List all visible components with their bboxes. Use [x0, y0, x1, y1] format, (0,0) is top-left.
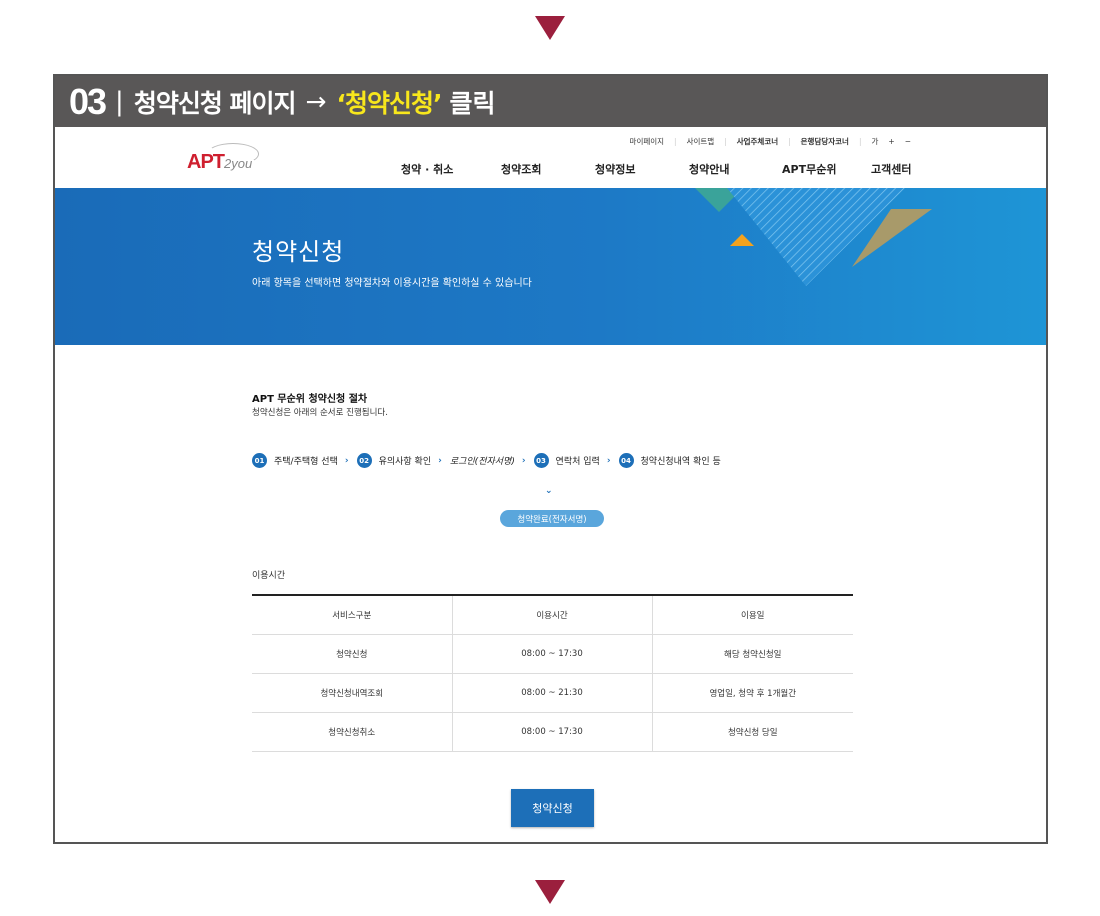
page-banner: 청약신청 아래 항목을 선택하면 청약절차와 이용시간을 확인하실 수 있습니다	[55, 188, 1046, 345]
down-arrow-icon	[535, 16, 565, 40]
step-label: 청약신청내역 확인 등	[640, 457, 721, 467]
table-cell: 청약신청취소	[252, 712, 452, 752]
step-action: 클릭	[449, 88, 496, 118]
util-divider: |	[724, 137, 727, 146]
font-increase-button[interactable]: +	[888, 137, 894, 146]
step-badge: 03	[533, 453, 549, 468]
font-size-label: 가	[871, 137, 879, 146]
nav-guide[interactable]: 청약안내	[689, 161, 782, 177]
banner-decoration	[695, 188, 932, 286]
step-label: 로그인(전자서명)	[449, 457, 515, 467]
util-divider: |	[674, 137, 677, 146]
step-text: 청약신청 페이지	[133, 88, 297, 118]
step-badge: 02	[356, 453, 372, 468]
table-cell: 08:00 ~ 21:30	[451, 673, 652, 713]
screenshot-frame: 03 | 청약신청 페이지 → ‘청약신청’ 클릭 APT2you 마이페이지 …	[53, 74, 1048, 844]
util-link-business[interactable]: 사업주체코너	[737, 136, 778, 147]
down-arrow-icon	[535, 880, 565, 904]
table-cell: 해당 청약신청일	[651, 634, 853, 674]
table-cell: 청약신청 당일	[651, 712, 853, 752]
step-highlight: ‘청약신청’	[336, 88, 442, 118]
step-label: 유의사항 확인	[378, 457, 432, 467]
banner-subtitle: 아래 항목을 선택하면 청약절차와 이용시간을 확인하실 수 있습니다	[252, 278, 532, 289]
step-number: 03	[69, 80, 107, 122]
procedure-title: APT 무순위 청약신청 절차	[252, 394, 368, 405]
step-header: 03 | 청약신청 페이지 → ‘청약신청’ 클릭	[55, 76, 1046, 127]
procedure-description: 청약신청은 아래의 순서로 진행됩니다.	[252, 408, 388, 418]
column-header: 이용시간	[451, 595, 652, 635]
column-header: 서비스구분	[252, 595, 452, 635]
table-cell: 영업일, 청약 후 1개월간	[651, 673, 853, 713]
util-divider: |	[858, 137, 862, 146]
step-badge: 01	[252, 453, 267, 468]
util-link-bank[interactable]: 은행담당자코너	[801, 136, 849, 147]
complete-badge: 청약완료(전자서명)	[500, 510, 604, 527]
utility-nav: 마이페이지 | 사이트맵 | 사업주체코너 | 은행담당자코너 | 가 + −	[630, 136, 911, 147]
table-cell: 08:00 ~ 17:30	[451, 712, 652, 752]
nav-info[interactable]: 청약정보	[595, 161, 689, 177]
nav-inquiry[interactable]: 청약조회	[501, 161, 595, 177]
column-header: 이용일	[651, 595, 853, 635]
usage-table: 서비스구분 이용시간 이용일 청약신청 08:00 ~ 17:30 해당 청약신…	[252, 594, 853, 752]
util-link-sitemap[interactable]: 사이트맵	[687, 136, 715, 147]
banner-title: 청약신청	[252, 238, 345, 266]
right-arrow-icon: →	[305, 87, 327, 116]
table-cell: 청약신청내역조회	[252, 673, 452, 713]
table-row: 청약신청취소 08:00 ~ 17:30 청약신청 당일	[252, 712, 853, 752]
table-row: 청약신청내역조회 08:00 ~ 21:30 영업일, 청약 후 1개월간	[252, 673, 853, 713]
main-nav: 청약 · 취소 청약조회 청약정보 청약안내 APT무순위 고객센터	[401, 161, 911, 177]
table-header-row: 서비스구분 이용시간 이용일	[252, 595, 853, 635]
step-badge: 04	[618, 453, 634, 468]
usage-title: 이용시간	[252, 571, 286, 581]
step-label: 연락처 입력	[555, 457, 600, 467]
nav-customer-center[interactable]: 고객센터	[871, 161, 911, 177]
chevron-right-icon: ›	[438, 455, 442, 466]
site-header: APT2you 마이페이지 | 사이트맵 | 사업주체코너 | 은행담당자코너 …	[55, 127, 1046, 188]
logo-swoosh-icon	[207, 143, 259, 165]
font-decrease-button[interactable]: −	[905, 137, 911, 146]
nav-apply-cancel[interactable]: 청약 · 취소	[401, 161, 501, 177]
chevron-down-icon: ⌄	[545, 486, 553, 496]
table-cell: 청약신청	[252, 634, 452, 674]
step-label: 주택/주택형 선택	[274, 457, 338, 467]
nav-apt-unranked[interactable]: APT무순위	[782, 161, 871, 177]
table-row: 청약신청 08:00 ~ 17:30 해당 청약신청일	[252, 634, 853, 674]
apply-button[interactable]: 청약신청	[511, 789, 594, 827]
site-logo[interactable]: APT2you	[187, 143, 259, 174]
orange-triangle	[730, 234, 754, 246]
step-separator: |	[115, 86, 124, 117]
chevron-right-icon: ›	[521, 455, 526, 466]
chevron-right-icon: ›	[344, 455, 349, 466]
util-link-mypage[interactable]: 마이페이지	[630, 136, 665, 147]
procedure-steps: 01 주택/주택형 선택 › 02 유의사항 확인 › 로그인(전자서명) › …	[252, 453, 728, 468]
util-divider: |	[788, 137, 791, 146]
table-cell: 08:00 ~ 17:30	[451, 634, 652, 674]
chevron-right-icon: ›	[606, 455, 611, 466]
